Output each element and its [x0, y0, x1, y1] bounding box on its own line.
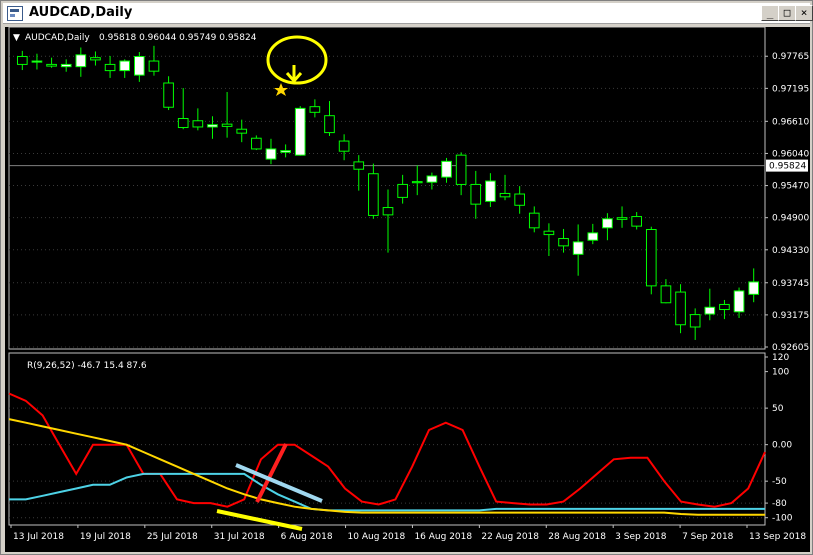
price-tick-label: 0.94330 [772, 246, 809, 256]
price-tick-label: 0.93745 [772, 279, 809, 289]
chart-header-ohlc: 0.95818 0.96044 0.95749 0.95824 [99, 33, 257, 43]
minimize-button[interactable]: _ [761, 5, 779, 21]
candle-body [645, 229, 657, 287]
chart-header-icon: ▼ [13, 33, 20, 43]
candle-body [426, 175, 438, 183]
candle-body [733, 290, 745, 313]
maximize-button[interactable]: □ [778, 5, 796, 21]
candle-body [16, 56, 28, 65]
candle-body [470, 183, 482, 205]
chart-window: AUDCAD,Daily _ □ × 0.97765 0.97195 0.96610… [0, 0, 813, 555]
candle-body [134, 56, 145, 76]
chart-header-title: AUDCAD,Daily [25, 33, 90, 43]
candle-body [587, 232, 599, 241]
osc-tick-label: -100 [772, 514, 793, 524]
candle-body [294, 107, 306, 156]
price-tick-label: 0.92605 [772, 343, 809, 353]
chart-background [5, 27, 810, 552]
candle-body [441, 160, 452, 178]
x-tick-label: 25 Jul 2018 [147, 532, 198, 542]
candle-body [75, 54, 87, 68]
candle-body [602, 218, 613, 229]
candle-body [207, 124, 218, 128]
candle-body [411, 181, 423, 184]
oscillator-header: R(9,26,52) -46.7 15.4 87.6 [27, 361, 147, 371]
candle-body [704, 306, 716, 315]
price-tick-label: 0.96040 [772, 149, 809, 159]
candle-body [689, 314, 701, 328]
chart-window-icon [7, 6, 23, 21]
price-tick-label: 0.97195 [772, 84, 809, 94]
osc-tick-label: 0.00 [772, 441, 792, 451]
x-tick-label: 7 Sep 2018 [682, 532, 734, 542]
x-tick-label: 13 Jul 2018 [13, 532, 64, 542]
candle-body [338, 140, 350, 152]
candle-body [748, 281, 760, 295]
price-tick-label: 0.96610 [772, 117, 809, 127]
candle-body [368, 173, 379, 216]
x-tick-label: 13 Sep 2018 [749, 532, 806, 542]
osc-tick-label: -80 [772, 499, 787, 509]
candle-body [236, 128, 248, 134]
candle-body [251, 137, 262, 150]
x-tick-label: 19 Jul 2018 [80, 532, 131, 542]
candle-body [104, 63, 116, 72]
x-tick-label: 6 Aug 2018 [281, 532, 333, 542]
candle-body [382, 207, 394, 216]
x-tick-label: 16 Aug 2018 [414, 532, 472, 542]
current-price-label: 0.95824 [769, 162, 806, 172]
osc-tick-label: -50 [772, 477, 787, 487]
candle-body [719, 303, 730, 311]
osc-tick-label: 100 [772, 368, 789, 378]
price-tick-label: 0.97765 [772, 52, 809, 62]
candle-body [572, 241, 584, 255]
close-button[interactable]: × [795, 5, 813, 21]
candle-body [280, 150, 291, 153]
candle-body [163, 82, 174, 108]
candle-body [177, 118, 189, 129]
candle-body [324, 115, 335, 134]
candle-body [558, 238, 569, 247]
candle-body [90, 57, 101, 61]
price-tick-label: 0.95470 [772, 182, 809, 192]
candle-body [675, 291, 686, 326]
window-title: AUDCAD,Daily [29, 5, 133, 20]
osc-tick-label: 50 [772, 404, 784, 414]
candle-body [660, 285, 672, 304]
candle-body [631, 216, 642, 227]
candle-body [148, 60, 160, 72]
candle-body [543, 230, 555, 236]
candle-body [397, 183, 408, 198]
x-tick-label: 31 Jul 2018 [214, 532, 265, 542]
candle-body [192, 120, 204, 128]
candle-body [309, 106, 321, 113]
x-tick-label: 28 Aug 2018 [548, 532, 606, 542]
candle-body [119, 60, 131, 72]
price-tick-label: 0.93175 [772, 311, 809, 321]
candle-body [514, 193, 525, 206]
chart-canvas[interactable]: 0.97765 0.97195 0.96610 0.96040 0.95470 0.949… [5, 27, 810, 552]
candle-body [221, 123, 233, 127]
candle-body [455, 154, 467, 185]
x-tick-label: 10 Aug 2018 [348, 532, 406, 542]
price-tick-label: 0.94900 [772, 214, 809, 224]
x-tick-label: 3 Sep 2018 [615, 532, 667, 542]
candle-body [485, 180, 496, 202]
candle-body [499, 192, 511, 198]
candle-body [616, 217, 628, 220]
osc-tick-label: 120 [772, 353, 789, 363]
candle-body [528, 212, 540, 229]
title-bar[interactable]: AUDCAD,Daily _ □ × [3, 3, 813, 24]
candle-body [46, 63, 57, 67]
candle-body [265, 148, 277, 160]
candle-body [31, 60, 43, 63]
x-tick-label: 22 Aug 2018 [481, 532, 539, 542]
candle-body [353, 161, 365, 170]
candle-body [60, 63, 72, 68]
